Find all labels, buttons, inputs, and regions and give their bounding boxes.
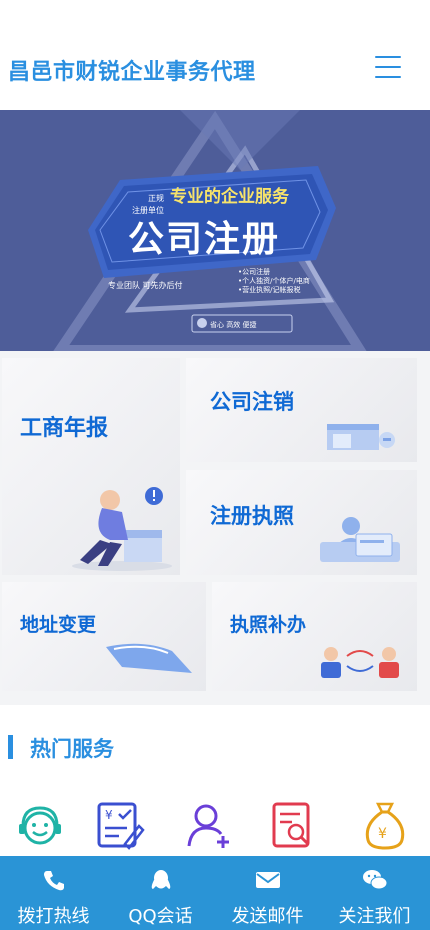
- banner-tags: 省心 高效 便捷: [210, 321, 257, 329]
- hot-services-section: 热门服务 ¥ ¥: [0, 705, 430, 856]
- tile-deregistration-label: 公司注销: [210, 390, 294, 414]
- section-marker: [8, 735, 13, 759]
- money-bag-icon[interactable]: ¥: [360, 800, 410, 850]
- svg-text:¥: ¥: [378, 826, 387, 842]
- banner-list: •公司注册 •个人独资/个体户/电商 •营业执照/记帐报税: [238, 268, 310, 294]
- tile-reissue-label: 执照补办: [230, 614, 307, 636]
- exchange-people-icon: [321, 647, 399, 678]
- page: 昌邑市财锐企业事务代理 正规 注册单位 专业的企业服务 公司注册 专业团队 可先…: [0, 0, 430, 930]
- nav-qq-label: QQ会话: [128, 906, 193, 927]
- tile-company-deregistration[interactable]: 公司注销: [186, 358, 417, 462]
- map-icon: [106, 643, 192, 673]
- tile-license-registration[interactable]: 注册执照: [186, 470, 417, 575]
- hot-services-title: 热门服务: [30, 737, 114, 761]
- nav-follow-us[interactable]: 关注我们: [321, 856, 428, 930]
- qq-icon: [151, 870, 171, 889]
- finance-form-icon[interactable]: ¥: [95, 800, 145, 850]
- nav-email-label: 发送邮件: [231, 906, 304, 927]
- customer-service-icon[interactable]: [15, 800, 65, 850]
- nav-follow-label: 关注我们: [338, 906, 411, 927]
- banner-small-1: 正规: [148, 194, 164, 203]
- tile-license-reissue[interactable]: 执照补办: [212, 582, 417, 691]
- bottom-nav: 拨打热线 QQ会话 发送邮件 关注我们: [0, 856, 430, 930]
- banner-subtitle: 专业的企业服务: [170, 187, 289, 207]
- nav-call-label: 拨打热线: [17, 906, 90, 927]
- tile-annual-report[interactable]: 工商年报: [2, 358, 180, 575]
- site-title[interactable]: 昌邑市财锐企业事务代理: [8, 54, 256, 86]
- nav-qq-chat[interactable]: QQ会话: [107, 856, 214, 930]
- worker-illustration-icon: [72, 487, 172, 571]
- tile-annual-report-label: 工商年报: [20, 416, 109, 441]
- hero-banner[interactable]: 正规 注册单位 专业的企业服务 公司注册 专业团队 可先办后付 •公司注册 •个…: [0, 110, 430, 351]
- document-search-icon[interactable]: [268, 800, 318, 850]
- banner-left-text: 专业团队 可先办后付: [108, 281, 183, 290]
- nav-send-email[interactable]: 发送邮件: [214, 856, 321, 930]
- mail-icon: [256, 872, 280, 888]
- wechat-icon: [363, 870, 388, 890]
- nav-call-hotline[interactable]: 拨打热线: [0, 856, 107, 930]
- tile-license-label: 注册执照: [210, 504, 294, 528]
- tile-address-label: 地址变更: [20, 614, 97, 636]
- id-card-icon: [320, 517, 400, 562]
- tile-address-change[interactable]: 地址变更: [2, 582, 206, 691]
- svg-text:¥: ¥: [105, 808, 113, 822]
- add-user-icon[interactable]: [185, 800, 235, 850]
- phone-icon: [44, 871, 64, 891]
- menu-icon[interactable]: [372, 52, 404, 82]
- banner-title: 公司注册: [128, 219, 281, 260]
- header: 昌邑市财锐企业事务代理: [0, 0, 430, 110]
- shop-icon: [327, 424, 395, 450]
